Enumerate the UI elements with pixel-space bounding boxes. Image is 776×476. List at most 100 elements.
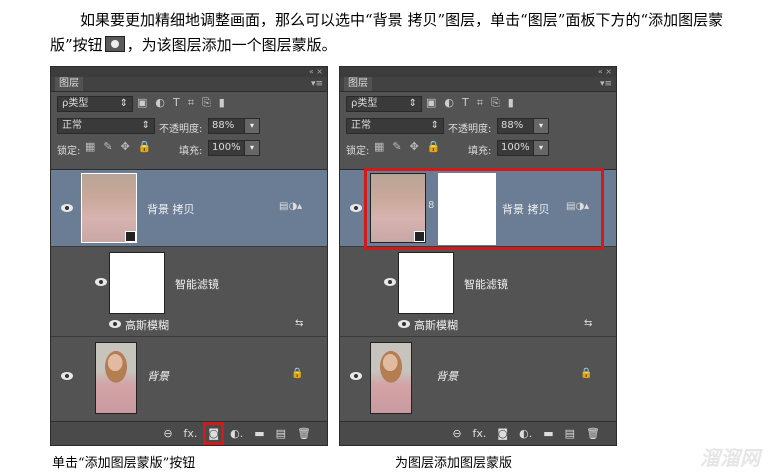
blend-mode-select[interactable]: 正常 ⇕ [57,118,155,134]
smart-object-icon [125,231,136,242]
fill-input[interactable]: 100% [497,140,534,156]
new-layer-icon[interactable]: ▤ [276,427,286,440]
filter-mask-thumbnail [398,252,454,314]
pixel-filter-icon[interactable]: ▣ [426,96,436,110]
opacity-dropdown-icon[interactable]: ▾ [533,118,549,134]
layers-panel-after: « × 图层 ▾≡ ρ类型 ⇕ ▣ ◐ T ⌗ ⎘ ▮ 正常 ⇕ 不透明度: 8… [339,66,617,446]
layer-row-background-copy[interactable]: 8 背景 拷贝 ▤◑▴ [340,168,616,250]
trash-icon[interactable]: 🗑 [297,427,311,440]
filter-options-icon[interactable]: ⇆ [295,318,303,329]
smart-filters-row[interactable]: 智能滤镜 高斯模糊 ⇆ [51,246,327,337]
blend-mode-select[interactable]: 正常 ⇕ [346,118,444,134]
smart-filters-row[interactable]: 智能滤镜 高斯模糊 ⇆ [340,246,616,337]
layer-row-background-copy[interactable]: 背景 拷贝 ▤◑▴ [51,170,327,247]
layer-style-icon[interactable]: fx. [184,427,198,440]
add-layer-mask-button[interactable]: ◙ [497,427,508,440]
lock-all-icon[interactable]: 🔒 [138,140,152,153]
filter-row: ρ类型 ⇕ ▣ ◐ T ⌗ ⎘ ▮ [51,92,327,114]
visibility-eye-icon[interactable] [350,204,362,212]
layer-row-background[interactable]: 背景 🔒 [51,336,327,418]
lock-transparent-icon[interactable]: ▦ [374,140,384,153]
new-layer-icon[interactable]: ▤ [565,427,575,440]
lock-all-icon[interactable]: 🔒 [427,140,441,153]
smart-object-filter-icon[interactable]: ⎘ [202,96,211,110]
blend-mode-value: 正常 [62,120,82,131]
shape-filter-icon[interactable]: ⌗ [477,96,483,110]
group-folder-icon[interactable]: ▬ [543,427,553,440]
opacity-input[interactable]: 88% [497,118,534,134]
link-layers-icon[interactable]: ⊖ [163,427,172,440]
filter-toggle-icon[interactable]: ▮ [508,96,514,110]
fill-dropdown-icon[interactable]: ▾ [533,140,549,156]
adjustment-filter-icon[interactable]: ◐ [155,96,165,110]
add-layer-mask-button[interactable]: ◙ [203,422,224,445]
gaussian-blur-label: 高斯模糊 [125,319,169,332]
type-filter-icon[interactable]: T [462,96,469,110]
lock-icons: ▦ ✎ ✥ 🔒 [374,140,441,153]
blend-row: 正常 ⇕ 不透明度: 88% ▾ [340,114,616,136]
layer-thumbnail [370,342,412,414]
layers-list: 8 背景 拷贝 ▤◑▴ 智能滤镜 高斯模糊 ⇆ 背景 🔒 [340,168,616,418]
lock-transparent-icon[interactable]: ▦ [85,140,95,153]
layer-name: 背景 [436,370,458,383]
filter-kind-select[interactable]: ρ类型 ⇕ [346,96,422,112]
lock-image-icon[interactable]: ✎ [103,140,112,153]
link-layers-icon[interactable]: ⊖ [452,427,461,440]
lock-image-icon[interactable]: ✎ [392,140,401,153]
adjustment-layer-icon[interactable]: ◐. [230,427,243,440]
visibility-eye-icon[interactable] [398,320,410,328]
chevron-icon: ⇕ [430,120,439,131]
lock-label: 锁定: [57,146,81,157]
filter-kind-select[interactable]: ρ类型 ⇕ [57,96,133,112]
layer-style-icon[interactable]: fx. [473,427,487,440]
visibility-eye-icon[interactable] [109,320,121,328]
tab-layers[interactable]: 图层 [55,77,83,91]
caption-left: 单击“添加图层蒙版”按钮 [52,456,196,471]
fill-label: 填充: [468,146,492,157]
watermark-logo: 溜溜网 [700,446,760,470]
layer-row-background[interactable]: 背景 🔒 [340,336,616,418]
panel-menu-icon[interactable]: ▾≡ [311,77,323,91]
lock-row: 锁定: ▦ ✎ ✥ 🔒 填充: 100% ▾ [340,136,616,158]
visibility-eye-icon[interactable] [350,372,362,380]
opacity-dropdown-icon[interactable]: ▾ [244,118,260,134]
visibility-eye-icon[interactable] [61,204,73,212]
panel-menu-icon[interactable]: ▾≡ [600,77,612,91]
panel-tab-row: 图层 ▾≡ [51,77,327,92]
opacity-label: 不透明度: [159,124,203,135]
highlight-frame [364,168,604,250]
intro-paragraph: 如果要更加精细地调整画面，那么可以选中“背景 拷贝”图层，单击“图层”面板下方的… [50,8,760,58]
smart-object-filter-icon[interactable]: ⎘ [491,96,500,110]
pixel-filter-icon[interactable]: ▣ [137,96,147,110]
filter-toggle-icon[interactable]: ▮ [219,96,225,110]
fill-input[interactable]: 100% [208,140,245,156]
smart-filters-label: 智能滤镜 [464,278,508,291]
tab-layers[interactable]: 图层 [344,77,372,91]
trash-icon[interactable]: 🗑 [586,427,600,440]
visibility-eye-icon[interactable] [384,278,396,286]
visibility-eye-icon[interactable] [61,372,73,380]
chevron-icon: ⇕ [141,120,150,131]
lock-position-icon[interactable]: ✥ [410,140,419,153]
shape-filter-icon[interactable]: ⌗ [188,96,194,110]
filter-kind-label: ρ类型 [351,98,378,109]
panel-window-controls[interactable]: « × [51,67,327,77]
type-filter-icon[interactable]: T [173,96,180,110]
adjustment-layer-icon[interactable]: ◐. [519,427,532,440]
panel-bottom-toolbar: ⊖ fx. ◙ ◐. ▬ ▤ 🗑 [51,421,327,445]
adjustment-filter-icon[interactable]: ◐ [444,96,454,110]
panel-bottom-toolbar: ⊖ fx. ◙ ◐. ▬ ▤ 🗑 [340,421,616,445]
filter-mask-thumbnail [109,252,165,314]
visibility-eye-icon[interactable] [95,278,107,286]
blend-row: 正常 ⇕ 不透明度: 88% ▾ [51,114,327,136]
fill-dropdown-icon[interactable]: ▾ [244,140,260,156]
smart-filter-indicator-icon: ▤◑▴ [279,201,303,212]
chevron-icon: ⇕ [408,98,417,109]
layer-name: 背景 [147,370,169,383]
opacity-input[interactable]: 88% [208,118,245,134]
layer-thumbnail [95,342,137,414]
panel-window-controls[interactable]: « × [340,67,616,77]
filter-options-icon[interactable]: ⇆ [584,318,592,329]
lock-position-icon[interactable]: ✥ [121,140,130,153]
group-folder-icon[interactable]: ▬ [254,427,264,440]
